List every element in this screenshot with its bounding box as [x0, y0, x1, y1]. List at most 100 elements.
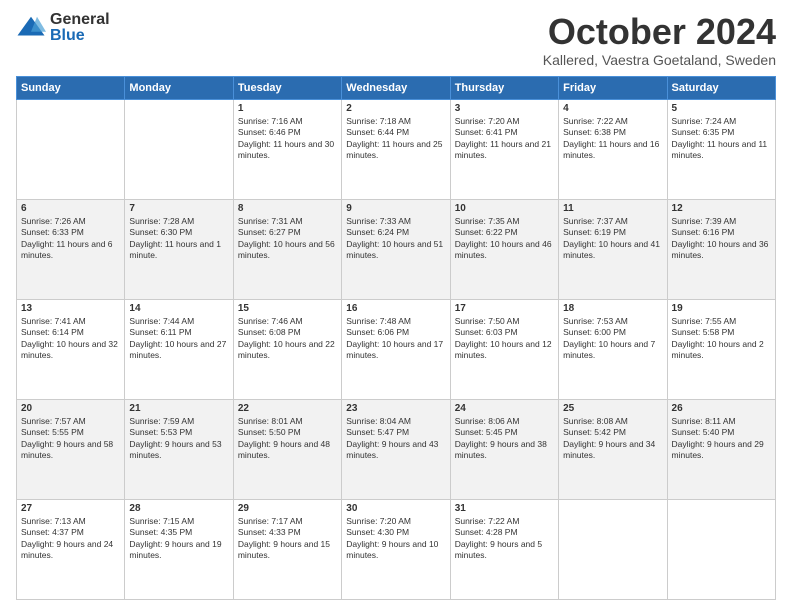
- calendar-week-row: 6 Sunrise: 7:26 AMSunset: 6:33 PMDaylight…: [17, 199, 776, 299]
- day-info: Sunrise: 7:35 AMSunset: 6:22 PMDaylight:…: [455, 216, 554, 262]
- day-info: Sunrise: 8:01 AMSunset: 5:50 PMDaylight:…: [238, 416, 337, 462]
- calendar-day-cell: 12 Sunrise: 7:39 AMSunset: 6:16 PMDayligh…: [667, 199, 775, 299]
- day-number: 19: [672, 303, 771, 314]
- day-info: Sunrise: 8:08 AMSunset: 5:42 PMDaylight:…: [563, 416, 662, 462]
- day-info: Sunrise: 7:17 AMSunset: 4:33 PMDaylight:…: [238, 516, 337, 562]
- calendar-day-cell: 31 Sunrise: 7:22 AMSunset: 4:28 PMDayligh…: [450, 499, 558, 599]
- calendar-day-cell: 27Sunrise: 7:13 AMSunset: 4:37 PMDayligh…: [17, 499, 125, 599]
- calendar: SundayMondayTuesdayWednesdayThursdayFrid…: [16, 76, 776, 600]
- day-number: 24: [455, 403, 554, 414]
- day-number: 10: [455, 203, 554, 214]
- calendar-day-cell: 26 Sunrise: 8:11 AMSunset: 5:40 PMDayligh…: [667, 399, 775, 499]
- day-info: Sunrise: 8:06 AMSunset: 5:45 PMDaylight:…: [455, 416, 554, 462]
- day-number: 6: [21, 203, 120, 214]
- logo-text: General Blue: [50, 12, 110, 44]
- day-number: 2: [346, 103, 445, 114]
- calendar-day-cell: 17Sunrise: 7:50 AMSunset: 6:03 PMDayligh…: [450, 299, 558, 399]
- calendar-day-cell: 1Sunrise: 7:16 AMSunset: 6:46 PMDaylight…: [233, 99, 341, 199]
- main-title: October 2024: [543, 12, 776, 52]
- day-info: Sunrise: 7:15 AMSunset: 4:35 PMDaylight:…: [129, 516, 228, 562]
- day-info: Sunrise: 7:48 AMSunset: 6:06 PMDaylight:…: [346, 316, 445, 362]
- day-number: 14: [129, 303, 228, 314]
- calendar-day-cell: 4Sunrise: 7:22 AMSunset: 6:38 PMDaylight…: [559, 99, 667, 199]
- calendar-day-cell: [559, 499, 667, 599]
- day-info: Sunrise: 7:24 AMSunset: 6:35 PMDaylight:…: [672, 116, 771, 162]
- day-info: Sunrise: 7:13 AMSunset: 4:37 PMDaylight:…: [21, 516, 120, 562]
- calendar-day-cell: 14 Sunrise: 7:44 AMSunset: 6:11 PMDayligh…: [125, 299, 233, 399]
- day-info: Sunrise: 7:18 AMSunset: 6:44 PMDaylight:…: [346, 116, 445, 162]
- calendar-day-cell: 9Sunrise: 7:33 AMSunset: 6:24 PMDaylight…: [342, 199, 450, 299]
- calendar-week-row: 1Sunrise: 7:16 AMSunset: 6:46 PMDaylight…: [17, 99, 776, 199]
- day-number: 16: [346, 303, 445, 314]
- day-number: 25: [563, 403, 662, 414]
- day-of-week-header: Tuesday: [233, 76, 341, 99]
- day-info: Sunrise: 7:31 AMSunset: 6:27 PMDaylight:…: [238, 216, 337, 262]
- calendar-day-cell: 8 Sunrise: 7:31 AMSunset: 6:27 PMDaylight…: [233, 199, 341, 299]
- day-number: 30: [346, 503, 445, 514]
- calendar-week-row: 13Sunrise: 7:41 AMSunset: 6:14 PMDayligh…: [17, 299, 776, 399]
- calendar-day-cell: 29 Sunrise: 7:17 AMSunset: 4:33 PMDayligh…: [233, 499, 341, 599]
- day-number: 26: [672, 403, 771, 414]
- calendar-day-cell: 7Sunrise: 7:28 AMSunset: 6:30 PMDaylight…: [125, 199, 233, 299]
- day-of-week-header: Wednesday: [342, 76, 450, 99]
- calendar-week-row: 27Sunrise: 7:13 AMSunset: 4:37 PMDayligh…: [17, 499, 776, 599]
- calendar-day-cell: 6 Sunrise: 7:26 AMSunset: 6:33 PMDaylight…: [17, 199, 125, 299]
- calendar-day-cell: 20Sunrise: 7:57 AMSunset: 5:55 PMDayligh…: [17, 399, 125, 499]
- calendar-day-cell: 2 Sunrise: 7:18 AMSunset: 6:44 PMDaylight…: [342, 99, 450, 199]
- day-info: Sunrise: 7:59 AMSunset: 5:53 PMDaylight:…: [129, 416, 228, 462]
- logo: General Blue: [16, 12, 110, 44]
- day-number: 12: [672, 203, 771, 214]
- calendar-header-row: SundayMondayTuesdayWednesdayThursdayFrid…: [17, 76, 776, 99]
- calendar-day-cell: [667, 499, 775, 599]
- day-info: Sunrise: 7:39 AMSunset: 6:16 PMDaylight:…: [672, 216, 771, 262]
- calendar-day-cell: 13Sunrise: 7:41 AMSunset: 6:14 PMDayligh…: [17, 299, 125, 399]
- day-info: Sunrise: 8:11 AMSunset: 5:40 PMDaylight:…: [672, 416, 771, 462]
- calendar-day-cell: 24 Sunrise: 8:06 AMSunset: 5:45 PMDayligh…: [450, 399, 558, 499]
- day-info: Sunrise: 7:20 AMSunset: 6:41 PMDaylight:…: [455, 116, 554, 162]
- title-area: October 2024 Kallered, Vaestra Goetaland…: [543, 12, 776, 68]
- calendar-day-cell: 15Sunrise: 7:46 AMSunset: 6:08 PMDayligh…: [233, 299, 341, 399]
- day-number: 21: [129, 403, 228, 414]
- calendar-day-cell: 23Sunrise: 8:04 AMSunset: 5:47 PMDayligh…: [342, 399, 450, 499]
- day-info: Sunrise: 7:26 AMSunset: 6:33 PMDaylight:…: [21, 216, 120, 262]
- day-info: Sunrise: 7:57 AMSunset: 5:55 PMDaylight:…: [21, 416, 120, 462]
- logo-icon: [16, 13, 46, 43]
- day-number: 11: [563, 203, 662, 214]
- calendar-day-cell: 11Sunrise: 7:37 AMSunset: 6:19 PMDayligh…: [559, 199, 667, 299]
- day-number: 1: [238, 103, 337, 114]
- calendar-day-cell: 5Sunrise: 7:24 AMSunset: 6:35 PMDaylight…: [667, 99, 775, 199]
- day-number: 17: [455, 303, 554, 314]
- day-of-week-header: Monday: [125, 76, 233, 99]
- day-of-week-header: Friday: [559, 76, 667, 99]
- header: General Blue October 2024 Kallered, Vaes…: [16, 12, 776, 68]
- day-number: 3: [455, 103, 554, 114]
- day-number: 9: [346, 203, 445, 214]
- day-of-week-header: Saturday: [667, 76, 775, 99]
- calendar-day-cell: 28 Sunrise: 7:15 AMSunset: 4:35 PMDayligh…: [125, 499, 233, 599]
- page: General Blue October 2024 Kallered, Vaes…: [0, 0, 792, 612]
- day-number: 7: [129, 203, 228, 214]
- calendar-day-cell: 3 Sunrise: 7:20 AMSunset: 6:41 PMDaylight…: [450, 99, 558, 199]
- day-info: Sunrise: 7:41 AMSunset: 6:14 PMDaylight:…: [21, 316, 120, 362]
- calendar-day-cell: 16 Sunrise: 7:48 AMSunset: 6:06 PMDayligh…: [342, 299, 450, 399]
- calendar-day-cell: 18Sunrise: 7:53 AMSunset: 6:00 PMDayligh…: [559, 299, 667, 399]
- day-info: Sunrise: 7:22 AMSunset: 6:38 PMDaylight:…: [563, 116, 662, 162]
- day-number: 28: [129, 503, 228, 514]
- logo-general: General: [50, 12, 110, 28]
- calendar-week-row: 20Sunrise: 7:57 AMSunset: 5:55 PMDayligh…: [17, 399, 776, 499]
- day-number: 29: [238, 503, 337, 514]
- day-number: 8: [238, 203, 337, 214]
- day-info: Sunrise: 7:44 AMSunset: 6:11 PMDaylight:…: [129, 316, 228, 362]
- day-number: 15: [238, 303, 337, 314]
- subtitle: Kallered, Vaestra Goetaland, Sweden: [543, 52, 776, 68]
- day-number: 22: [238, 403, 337, 414]
- calendar-day-cell: 10 Sunrise: 7:35 AMSunset: 6:22 PMDayligh…: [450, 199, 558, 299]
- day-info: Sunrise: 7:55 AMSunset: 5:58 PMDaylight:…: [672, 316, 771, 362]
- calendar-day-cell: 30Sunrise: 7:20 AMSunset: 4:30 PMDayligh…: [342, 499, 450, 599]
- day-number: 18: [563, 303, 662, 314]
- day-of-week-header: Thursday: [450, 76, 558, 99]
- day-number: 31: [455, 503, 554, 514]
- calendar-day-cell: 25 Sunrise: 8:08 AMSunset: 5:42 PMDayligh…: [559, 399, 667, 499]
- day-number: 23: [346, 403, 445, 414]
- day-info: Sunrise: 7:22 AMSunset: 4:28 PMDaylight:…: [455, 516, 554, 562]
